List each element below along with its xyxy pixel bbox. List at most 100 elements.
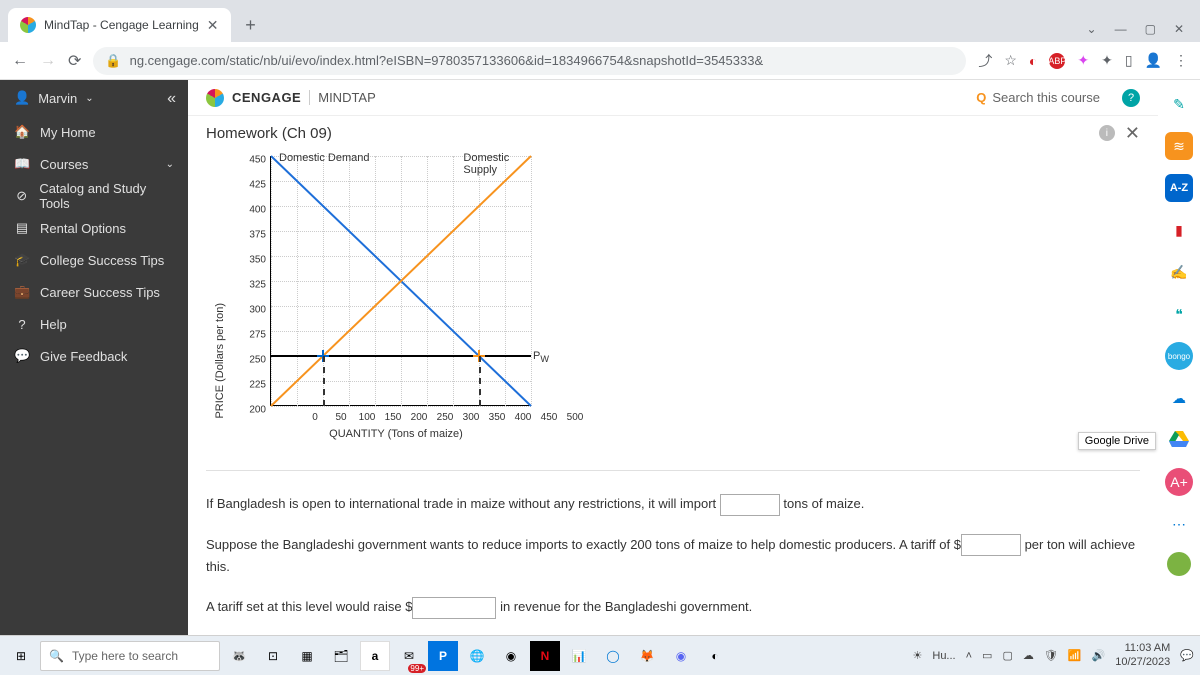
chevron-down-icon: ⌄ [85,93,93,104]
tab-close-icon[interactable]: ✕ [207,17,219,34]
q3-text: A tariff set at this level would raise [206,599,402,614]
favicon-icon [20,17,36,33]
glossary-icon[interactable]: A-Z [1165,174,1193,202]
grad-cap-icon: 🎓 [14,252,30,268]
volume-icon[interactable]: 🔊 [1092,649,1106,662]
sidebar-item-home[interactable]: 🏠My Home [0,116,188,148]
lock-icon: 🔒 [105,53,121,69]
q2-text: Suppose the Bangladeshi government wants… [206,537,950,552]
q2-input[interactable] [961,534,1021,556]
back-icon[interactable]: ← [12,52,28,70]
pencil-icon[interactable]: ✎ [1165,90,1193,118]
browser-tab[interactable]: MindTap - Cengage Learning ✕ [8,8,231,42]
explorer-icon[interactable]: 🗂 [326,641,356,671]
profile-icon[interactable]: 👤 [1145,52,1162,69]
adblock-icon[interactable]: ◐ [1029,53,1037,69]
ebook-icon[interactable]: ▮ [1165,216,1193,244]
edge-icon[interactable]: 🌐 [462,641,492,671]
task-view-icon[interactable]: ⊡ [258,641,288,671]
clock[interactable]: 11:03 AM 10/27/2023 [1115,642,1170,668]
forward-icon[interactable]: → [40,52,56,70]
chevron-down-icon: ⌄ [166,159,174,170]
price-quantity-chart: PRICE (Dollars per ton) 2002252502753003… [226,152,556,442]
wifi-icon[interactable]: 📶 [1068,649,1082,662]
google-drive-icon[interactable] [1165,426,1193,454]
user-icon: 👤 [14,90,30,106]
security-icon[interactable]: 🛡 [1044,649,1058,662]
tab-title: MindTap - Cengage Learning [44,18,199,32]
app2-icon[interactable]: 📊 [564,641,594,671]
start-icon[interactable]: ⊞ [6,641,36,671]
sidebar-item-catalog[interactable]: ⊘Catalog and Study Tools [0,180,188,212]
amazon-icon[interactable]: a [360,641,390,671]
puzzle-icon[interactable]: ✦ [1101,52,1113,69]
battery-icon[interactable]: ▭ [982,649,992,662]
rental-icon: ▤ [14,220,30,236]
netflix-icon[interactable]: N [530,641,560,671]
sidebar: « 👤 Marvin ⌄ 🏠My Home 📖Courses⌄ ⊘Catalog… [0,80,188,635]
collapse-sidebar-icon[interactable]: « [167,90,176,108]
bongo-icon[interactable]: bongo [1165,342,1193,370]
chrome-icon[interactable]: ◉ [496,641,526,671]
cite-icon[interactable]: ❝ [1165,300,1193,328]
cortana-icon[interactable]: 🦝 [224,641,254,671]
product-name: MINDTAP [309,90,376,105]
tray-chevron-icon[interactable]: ˄ [966,650,972,662]
ext1-icon[interactable]: ✦ [1077,52,1089,69]
search-course[interactable]: Q Search this course [976,90,1100,105]
mail-icon[interactable]: ✉99+ [394,641,424,671]
close-window-icon[interactable]: ✕ [1174,22,1184,36]
cloud-icon[interactable]: ☁ [1023,649,1034,662]
user-menu[interactable]: 👤 Marvin ⌄ [0,80,167,116]
sidebar-item-courses[interactable]: 📖Courses⌄ [0,148,188,180]
onedrive-icon[interactable]: ☁ [1165,384,1193,412]
q1-input[interactable] [720,494,780,516]
info-icon[interactable]: i [1099,125,1115,141]
pandora-icon[interactable]: P [428,641,458,671]
more-icon[interactable]: ⋯ [1165,510,1193,538]
menu-icon[interactable]: ⋮ [1174,52,1188,69]
maximize-icon[interactable]: ▢ [1145,22,1156,36]
taskbar-search[interactable]: 🔍 Type here to search [40,641,220,671]
reload-icon[interactable]: ⟳ [68,51,81,71]
x-axis-label: QUANTITY (Tons of maize) [266,428,526,440]
reader-icon[interactable]: ▯ [1125,52,1133,69]
q1-text: If Bangladesh is open to international t… [206,496,716,511]
address-bar[interactable]: 🔒 ng.cengage.com/static/nb/ui/evo/index.… [93,47,966,75]
briefcase-icon: 💼 [14,284,30,300]
firefox-icon[interactable]: 🦊 [632,641,662,671]
rss-icon[interactable]: ≋ [1165,132,1193,160]
sidebar-item-college[interactable]: 🎓College Success Tips [0,244,188,276]
sidebar-item-career[interactable]: 💼Career Success Tips [0,276,188,308]
discord-icon[interactable]: ◉ [666,641,696,671]
accessibility-icon[interactable] [1167,552,1191,576]
close-panel-icon[interactable]: ✕ [1125,123,1140,144]
chevron-down-icon[interactable]: ⌄ [1087,22,1097,36]
minimize-icon[interactable]: — [1115,22,1127,36]
book-icon: 📖 [14,156,30,172]
sidebar-item-help[interactable]: ?Help [0,308,188,340]
feedback-icon: 💬 [14,348,30,364]
taskbar: ⊞ 🔍 Type here to search 🦝 ⊡ ▦ 🗂 a ✉99+ P… [0,635,1200,675]
app1-icon[interactable]: ▦ [292,641,322,671]
sidebar-item-feedback[interactable]: 💬Give Feedback [0,340,188,372]
sidebar-item-rental[interactable]: ▤Rental Options [0,212,188,244]
circle-icon[interactable]: ◯ [598,641,628,671]
assignment-title: Homework (Ch 09) [206,125,332,142]
camera-icon[interactable]: ▢ [1002,649,1012,662]
weather-icon[interactable]: ☀ [913,649,923,662]
help-circle-icon[interactable]: ? [1122,89,1140,107]
abp-icon[interactable]: ABP [1049,53,1065,69]
highlight-icon[interactable]: ✍ [1165,258,1193,286]
brand-name: CENGAGE [232,90,301,105]
share-icon[interactable]: ⤴ [978,51,992,71]
cengage-logo-icon [206,89,224,107]
notifications-icon[interactable]: 💬 [1180,649,1194,662]
star-icon[interactable]: ☆ [1004,52,1017,69]
app3-icon[interactable]: ◐ [700,641,730,671]
gd-tooltip: Google Drive [1078,432,1156,450]
new-tab-button[interactable]: + [237,11,265,39]
tool-rail: ✎ ≋ A-Z ▮ ✍ ❝ bongo ☁ A+ ⋯ [1158,80,1200,635]
grade-icon[interactable]: A+ [1165,468,1193,496]
q3-input[interactable] [412,597,496,619]
